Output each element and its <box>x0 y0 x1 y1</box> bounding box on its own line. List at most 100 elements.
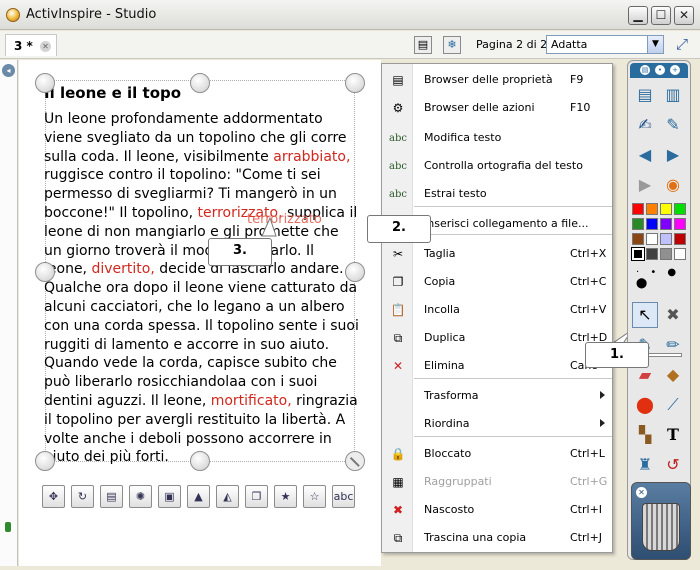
zoom-value: Adatta <box>551 38 588 51</box>
menu-item-label: Copia <box>424 275 456 288</box>
resize-handle-left[interactable] <box>35 262 55 282</box>
properties-icon[interactable]: ▤ <box>100 485 123 508</box>
menu-item-shortcut: F10 <box>570 101 591 114</box>
snowflake-icon[interactable]: ❄ <box>443 36 461 54</box>
story-highlight-word: mortificato, <box>210 392 292 409</box>
menu-item-trasforma[interactable]: Trasforma <box>382 382 614 410</box>
text-tool-icon[interactable]: T <box>660 422 686 448</box>
menu-item-trascina-una-copia[interactable]: ⧉ Trascina una copia Ctrl+J <box>382 524 614 552</box>
clapper-icon[interactable]: ▚ <box>632 422 658 448</box>
edit-text-tool-icon[interactable]: abc <box>332 485 355 508</box>
activinspire-logo-icon <box>6 8 20 22</box>
play-icon[interactable]: ▶ <box>632 172 658 198</box>
connector-icon[interactable]: ⟋ <box>660 392 686 418</box>
color-swatch-brown[interactable] <box>632 233 644 245</box>
layer-icon[interactable]: ▣ <box>158 485 181 508</box>
color-swatch-darkgreen[interactable] <box>632 218 644 230</box>
duplicate-icon: ⧉ <box>393 331 403 345</box>
shape-icon[interactable]: ⬤ <box>632 392 658 418</box>
chevron-down-icon[interactable]: ▼ <box>647 36 663 53</box>
resize-handle-top[interactable] <box>190 73 210 93</box>
drag-copy-icon: ⧉ <box>393 531 403 545</box>
browser-handle[interactable] <box>5 522 11 532</box>
color-swatch-blue[interactable] <box>646 218 658 230</box>
story-text[interactable]: Un leone profondamente addormentato vien… <box>44 110 360 467</box>
toolbox-header[interactable]: ▤ • + <box>630 63 688 78</box>
menu-item-elimina[interactable]: ✕ Elimina Canc <box>382 352 614 380</box>
page-notes-icon[interactable]: ▤ <box>414 36 432 54</box>
bring-forward-icon[interactable]: ▲ <box>187 485 210 508</box>
dual-user-icon[interactable]: ✎ <box>660 112 686 138</box>
context-menu: ▤ Browser delle proprietà F9 ⚙ Browser delle… <box>381 63 613 553</box>
menu-item-controlla-ortografia-del-testo[interactable]: abc Controlla ortografia del testo <box>382 152 614 180</box>
main-menu-icon[interactable]: ▤ <box>632 82 658 108</box>
menu-item-estrai-testo[interactable]: abc Estrai testo <box>382 180 614 208</box>
fullscreen-icon[interactable]: ⤢ <box>671 35 693 54</box>
tab-close-icon[interactable]: ✕ <box>40 41 51 52</box>
next-page-icon[interactable]: ▶ <box>660 142 686 168</box>
expand-browser-icon[interactable]: ◂ <box>2 64 15 77</box>
resize-handle-top-left[interactable] <box>35 73 55 93</box>
actions-browser-icon: ⚙ <box>392 101 404 115</box>
tab-flipchart[interactable]: 3 * ✕ <box>5 34 57 56</box>
menu-item-duplica[interactable]: ⧉ Duplica Ctrl+D <box>382 324 614 352</box>
star-menu-icon[interactable]: ☆ <box>303 485 326 508</box>
color-swatch-yellow[interactable] <box>660 203 672 215</box>
previous-page-icon[interactable]: ◀ <box>632 142 658 168</box>
reset-page-icon[interactable]: ↺ <box>660 452 686 478</box>
color-swatch-magenta[interactable] <box>674 218 686 230</box>
menu-item-label: Controlla ortografia del testo <box>424 159 583 172</box>
resize-handle-top-right[interactable] <box>345 73 365 93</box>
rotate-handle[interactable] <box>345 451 365 471</box>
toolbox-pin-icon[interactable]: • <box>655 65 665 75</box>
star-icon[interactable]: ★ <box>274 485 297 508</box>
color-swatch-white-2[interactable] <box>674 248 686 260</box>
actions-icon[interactable]: ✺ <box>129 485 152 508</box>
fill-icon[interactable]: ◆ <box>660 362 686 388</box>
menu-item-nascosto[interactable]: ✖ Nascosto Ctrl+I <box>382 496 614 524</box>
resize-handle-bottom-left[interactable] <box>35 451 55 471</box>
pen-width-dots[interactable]: · • ● ⬤ <box>636 267 690 289</box>
menu-item-browser-delle-proprietà[interactable]: ▤ Browser delle proprietà F9 <box>382 66 614 94</box>
tools-icon[interactable]: ✖ <box>660 302 686 328</box>
menu-item-incolla[interactable]: 📋 Incolla Ctrl+V <box>382 296 614 324</box>
resize-handle-right[interactable] <box>345 262 365 282</box>
pen-tool-icon[interactable]: ✍ <box>632 112 658 138</box>
menu-item-taglia[interactable]: ✂ Taglia Ctrl+X <box>382 240 614 268</box>
color-swatch-green[interactable] <box>674 203 686 215</box>
rotate-icon[interactable]: ↻ <box>71 485 94 508</box>
zoom-select[interactable]: Adatta ▼ <box>546 35 664 54</box>
minimize-button[interactable]: ▁ <box>628 6 648 25</box>
select-tool-icon[interactable]: ↖ <box>632 302 658 328</box>
send-backward-icon[interactable]: ◭ <box>216 485 239 508</box>
toolbox-menu-icon[interactable]: ▤ <box>640 65 650 75</box>
clear-icon[interactable]: ♜ <box>632 452 658 478</box>
web-browser-icon[interactable]: ◉ <box>660 172 686 198</box>
move-icon[interactable]: ✥ <box>42 485 65 508</box>
color-swatch-black[interactable] <box>631 247 645 261</box>
color-swatch-gray[interactable] <box>660 248 672 260</box>
menu-item-copia[interactable]: ❐ Copia Ctrl+C <box>382 268 614 296</box>
color-swatch-purple[interactable] <box>660 218 672 230</box>
menu-item-shortcut: Ctrl+J <box>570 531 603 544</box>
resize-handle-bottom[interactable] <box>190 451 210 471</box>
color-swatch-darkgray[interactable] <box>646 248 658 260</box>
browsers-icon[interactable]: ▥ <box>660 82 686 108</box>
menu-item-browser-delle-azioni[interactable]: ⚙ Browser delle azioni F10 <box>382 94 614 122</box>
menu-item-riordina[interactable]: Riordina <box>382 410 614 438</box>
duplicate-object-icon[interactable]: ❐ <box>245 485 268 508</box>
color-swatch-lavender[interactable] <box>660 233 672 245</box>
color-swatch-orange[interactable] <box>646 203 658 215</box>
color-swatch-red[interactable] <box>632 203 644 215</box>
trash-close-icon[interactable]: ✕ <box>636 487 647 498</box>
menu-item-shortcut: Ctrl+X <box>570 247 607 260</box>
menu-item-modifica-testo[interactable]: abc Modifica testo <box>382 124 614 152</box>
close-button[interactable]: ✕ <box>674 6 694 25</box>
menu-item-bloccato[interactable]: 🔒 Bloccato Ctrl+L <box>382 440 614 468</box>
color-swatch-white[interactable] <box>646 233 658 245</box>
trash-bin[interactable]: ✕ <box>631 482 691 560</box>
highlighter-icon[interactable]: ✏ <box>660 332 686 358</box>
maximize-button[interactable]: ☐ <box>651 6 671 25</box>
toolbox-add-icon[interactable]: + <box>670 65 680 75</box>
color-swatch-darkred[interactable] <box>674 233 686 245</box>
